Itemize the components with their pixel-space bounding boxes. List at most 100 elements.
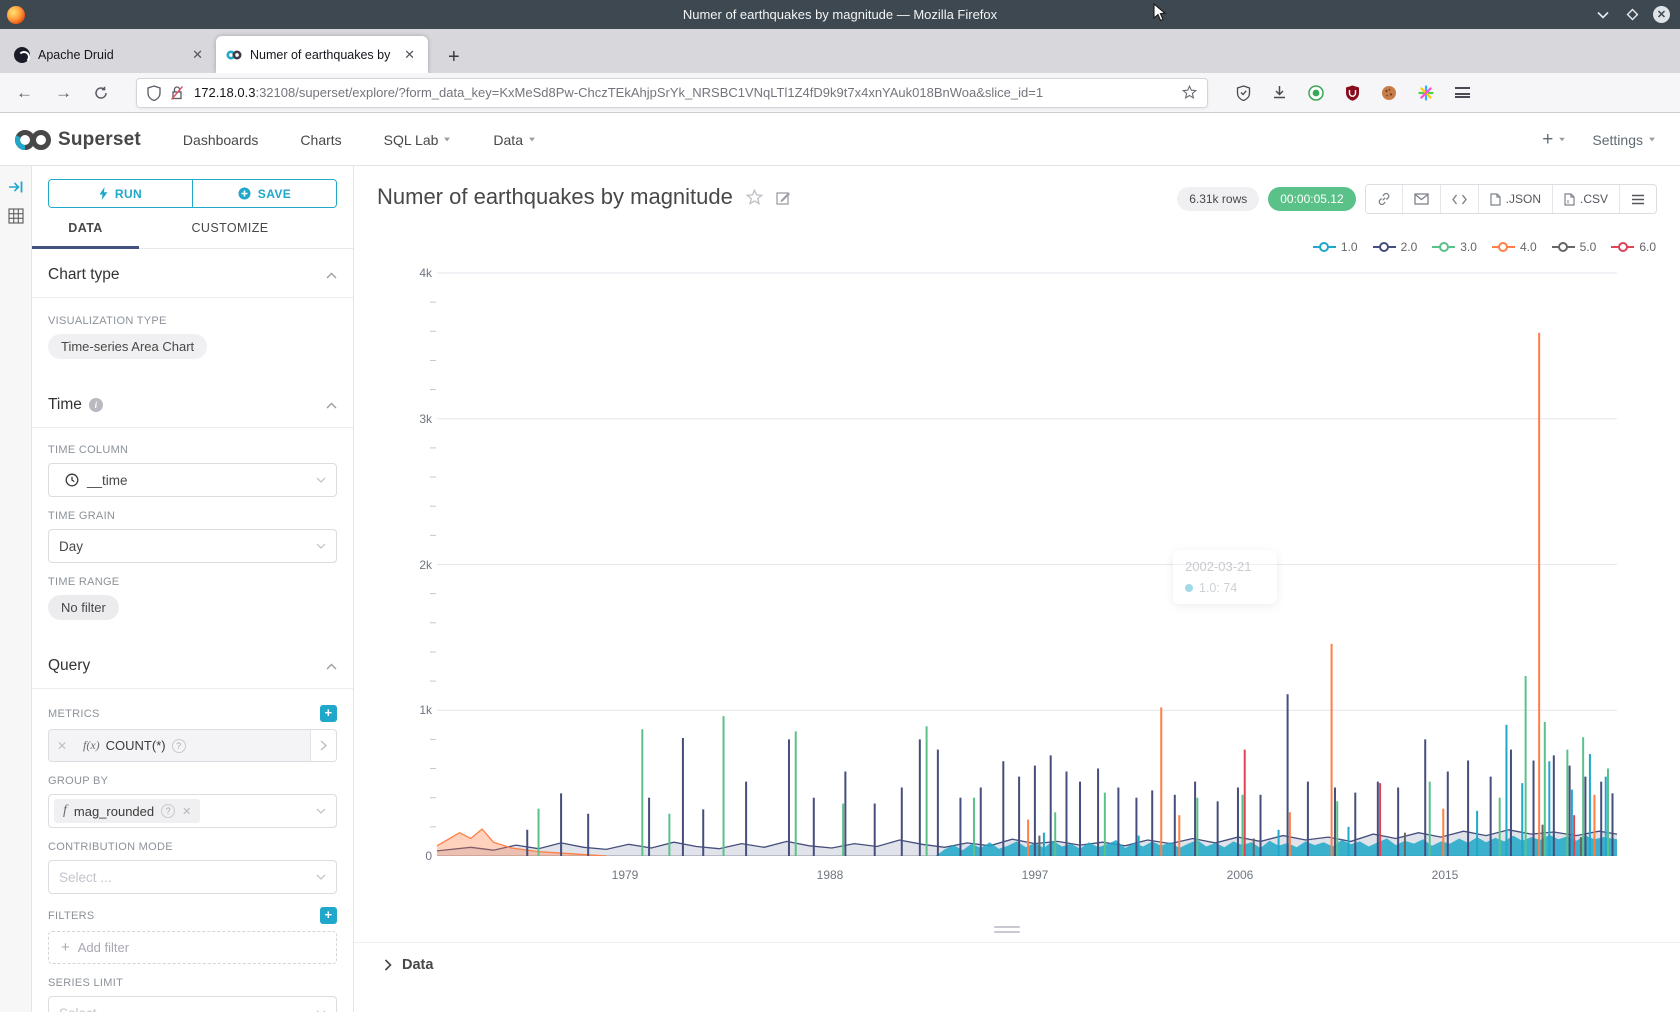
url-bar[interactable]: 172.18.0.3:32108/superset/explore/?form_…: [136, 78, 1208, 108]
browser-menu-icon[interactable]: [1455, 87, 1470, 98]
container-extension-icon[interactable]: [1418, 85, 1434, 101]
y-axis-tick: 4k: [394, 266, 432, 280]
window-minimize-icon[interactable]: [1595, 7, 1611, 23]
insecure-lock-icon[interactable]: [170, 85, 184, 101]
time-column-select[interactable]: __time: [48, 463, 337, 497]
back-icon[interactable]: ←: [16, 83, 33, 103]
svg-text:x: x: [1566, 199, 1569, 205]
reload-icon[interactable]: [94, 86, 108, 100]
email-button[interactable]: [1402, 185, 1440, 213]
new-tab-button[interactable]: +: [440, 46, 468, 73]
query-timer-badge: 00:00:05.12: [1268, 187, 1355, 211]
add-filter-button[interactable]: +: [320, 907, 337, 924]
save-button[interactable]: SAVE: [193, 180, 336, 207]
chevron-up-icon: [326, 663, 337, 670]
copy-link-button[interactable]: [1366, 185, 1402, 213]
tab-close-icon[interactable]: ✕: [401, 47, 418, 63]
file-icon: [1490, 193, 1501, 206]
group-by-chip[interactable]: f mag_rounded ? ✕: [54, 799, 200, 823]
nav-data[interactable]: Data: [493, 132, 536, 148]
add-filter-text: Add filter: [78, 940, 129, 955]
section-query[interactable]: Query: [32, 642, 353, 689]
nav-dashboards[interactable]: Dashboards: [183, 132, 259, 148]
metrics-label: METRICS: [48, 708, 100, 720]
export-json-button[interactable]: .JSON: [1478, 185, 1552, 213]
data-panel-toggle[interactable]: Data: [354, 943, 1680, 973]
legend-item[interactable]: 5.0: [1552, 240, 1597, 254]
viz-type-value[interactable]: Time-series Area Chart: [48, 334, 207, 359]
tab-close-icon[interactable]: ✕: [189, 47, 206, 63]
bookmark-star-icon[interactable]: [1182, 85, 1197, 100]
plus-icon: +: [61, 939, 70, 956]
chart-tooltip: 2002-03-21 1.0: 74: [1173, 550, 1277, 604]
x-axis-tick: 2006: [1210, 868, 1270, 882]
window-titlebar: Numer of earthquakes by magnitude — Mozi…: [0, 0, 1680, 29]
run-button[interactable]: RUN: [49, 180, 193, 207]
panel-resize-handle[interactable]: [994, 926, 1020, 936]
superset-logo[interactable]: Superset: [14, 129, 141, 151]
favorite-star-icon[interactable]: [746, 189, 763, 206]
tracking-shield-icon[interactable]: [147, 85, 161, 101]
menu-icon: [1631, 194, 1645, 205]
tab-data[interactable]: DATA: [32, 208, 139, 248]
legend-item[interactable]: 4.0: [1492, 240, 1537, 254]
add-metric-button[interactable]: +: [320, 705, 337, 722]
clock-icon: [65, 473, 79, 487]
browser-tab-bar: Apache Druid ✕ Numer of earthquakes by ✕…: [0, 29, 1680, 73]
series-limit-select[interactable]: Select ...: [48, 996, 337, 1012]
tab-customize[interactable]: CUSTOMIZE: [139, 208, 321, 248]
add-filter-dropzone[interactable]: + Add filter: [48, 931, 337, 964]
chart-menu-button[interactable]: [1619, 185, 1656, 213]
protections-shield-icon[interactable]: [1236, 85, 1251, 101]
legend-item[interactable]: 3.0: [1432, 240, 1477, 254]
timeseries-area-chart[interactable]: [429, 262, 1617, 856]
section-chart-type[interactable]: Chart type: [32, 251, 353, 298]
info-icon: i: [89, 398, 103, 412]
caret-down-icon: [444, 138, 450, 142]
expand-datasource-panel-icon[interactable]: [0, 166, 31, 194]
time-grain-label: TIME GRAIN: [48, 510, 115, 522]
embed-code-button[interactable]: [1440, 185, 1478, 213]
time-range-label: TIME RANGE: [48, 576, 119, 588]
x-axis-tick: 1988: [800, 868, 860, 882]
metric-control[interactable]: ✕ f(x)COUNT(*)?: [48, 729, 337, 762]
y-axis-tick: 0: [394, 849, 432, 863]
time-grain-select[interactable]: Day: [48, 529, 337, 563]
datasource-icon-strip: [0, 166, 32, 1012]
remove-chip-icon[interactable]: ✕: [182, 805, 191, 818]
browser-tab-superset[interactable]: Numer of earthquakes by ✕: [216, 36, 428, 73]
downloads-icon[interactable]: [1272, 85, 1287, 100]
forward-icon[interactable]: →: [55, 83, 72, 103]
expand-metric-icon[interactable]: [310, 730, 336, 761]
series-limit-placeholder: Select ...: [59, 1006, 112, 1012]
section-time[interactable]: Timei: [32, 381, 353, 428]
nav-sql-lab[interactable]: SQL Lab: [384, 132, 452, 148]
dataset-grid-icon[interactable]: [0, 194, 31, 224]
export-csv-button[interactable]: x .CSV: [1552, 185, 1619, 213]
legend-item[interactable]: 2.0: [1373, 240, 1418, 254]
nav-charts[interactable]: Charts: [300, 132, 341, 148]
ublock-icon[interactable]: [1345, 85, 1360, 101]
contribution-mode-select[interactable]: Select ...: [48, 860, 337, 894]
browser-tab-druid[interactable]: Apache Druid ✕: [4, 36, 216, 73]
settings-menu[interactable]: Settings: [1592, 132, 1656, 148]
cookie-extension-icon[interactable]: [1381, 85, 1397, 101]
window-maximize-icon[interactable]: [1624, 7, 1640, 23]
add-new-button[interactable]: +: [1542, 133, 1566, 147]
legend-item[interactable]: 6.0: [1611, 240, 1656, 254]
file-icon: x: [1564, 193, 1575, 206]
filters-label: FILTERS: [48, 910, 95, 922]
window-close-icon[interactable]: ✕: [1653, 6, 1670, 23]
superset-navbar: Superset Dashboards Charts SQL Lab Data …: [0, 114, 1680, 166]
window-title: Numer of earthquakes by magnitude — Mozi…: [0, 7, 1680, 22]
data-panel-label: Data: [402, 957, 433, 973]
edit-properties-icon[interactable]: [776, 190, 791, 205]
extension-green-icon[interactable]: [1308, 85, 1324, 101]
series-limit-label: SERIES LIMIT: [48, 977, 123, 989]
legend-item[interactable]: 1.0: [1313, 240, 1358, 254]
url-input[interactable]: 172.18.0.3:32108/superset/explore/?form_…: [194, 85, 1182, 100]
remove-metric-icon[interactable]: ✕: [49, 730, 75, 761]
link-icon: [1377, 192, 1391, 206]
time-range-value[interactable]: No filter: [48, 595, 119, 620]
group-by-select[interactable]: f mag_rounded ? ✕: [48, 794, 337, 828]
